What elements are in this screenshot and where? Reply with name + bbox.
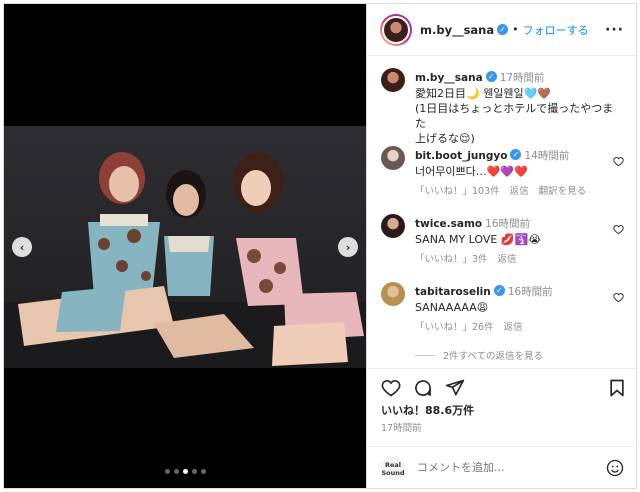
comment-username[interactable]: tabitaroselin	[415, 286, 491, 298]
avatar[interactable]	[381, 146, 405, 170]
real-sound-logo: Real Sound	[381, 455, 405, 480]
carousel-dot	[191, 469, 197, 474]
post-side-pane: m.by__sana ✓ • フォローする ··· m.by__sana ✓ 17時…	[366, 4, 636, 488]
comment-text: SANAAAAA😩	[415, 301, 489, 314]
comment-username[interactable]: bit.boot_jungyo	[415, 150, 507, 162]
share-send-icon[interactable]	[445, 378, 465, 398]
caption-time: 17時間前	[499, 72, 545, 84]
carousel-prev-button[interactable]: ‹	[12, 237, 32, 257]
separator-dot: •	[512, 23, 519, 36]
avatar[interactable]	[381, 282, 405, 306]
photo-illustration	[4, 126, 366, 368]
author-username[interactable]: m.by__sana	[420, 23, 494, 37]
verified-badge-icon: ✓	[510, 149, 522, 160]
comment-text: SANA MY LOVE 💋🛐😭	[415, 233, 542, 246]
media-pane: ‹ ›	[4, 4, 366, 488]
comment-time: 16時間前	[507, 286, 553, 298]
view-replies-button[interactable]: 2件すべての返信を見る	[415, 348, 543, 362]
comment-item: bit.boot_jungyo ✓ 14時間前 너어무이쁘다…❤️💜❤️ 「いいね！…	[381, 144, 626, 198]
chevron-right-icon: ›	[345, 240, 351, 254]
add-comment-bar: Real Sound	[367, 446, 636, 488]
avatar[interactable]	[381, 68, 405, 92]
more-options-icon[interactable]: ···	[605, 22, 624, 38]
carousel-dot	[182, 469, 188, 474]
like-comment-heart-icon[interactable]	[613, 156, 624, 167]
post-likes-count[interactable]: いいね！88.6万件	[381, 402, 474, 418]
carousel-dot	[173, 469, 179, 474]
emoji-icon[interactable]	[606, 459, 624, 477]
post-header: m.by__sana ✓ • フォローする ···	[367, 4, 636, 56]
caption-line: 愛知2日目🌙 웬일웬일🩵🤎	[415, 87, 552, 100]
comment-bubble-icon[interactable]	[413, 378, 433, 398]
avatar[interactable]	[381, 214, 405, 238]
verified-badge-icon: ✓	[497, 24, 509, 35]
like-heart-icon[interactable]	[381, 378, 401, 398]
carousel-indicator	[4, 469, 366, 474]
verified-badge-icon: ✓	[493, 285, 505, 296]
verified-badge-icon: ✓	[485, 71, 497, 82]
comment-text: 너어무이쁘다…❤️💜❤️	[415, 165, 528, 178]
like-comment-heart-icon[interactable]	[613, 224, 624, 235]
reply-button[interactable]: 返信	[498, 251, 517, 265]
reply-button[interactable]: 返信	[504, 319, 523, 333]
caption: m.by__sana ✓ 17時間前 愛知2日目🌙 웬일웬일🩵🤎 (1日目はちょっと…	[381, 66, 626, 145]
post-timestamp: 17時間前	[381, 423, 422, 434]
chevron-left-icon: ‹	[19, 240, 25, 254]
bookmark-save-icon[interactable]	[607, 378, 627, 398]
follow-button[interactable]: フォローする	[523, 22, 589, 38]
reply-button[interactable]: 返信	[510, 183, 529, 197]
caption-username[interactable]: m.by__sana	[415, 72, 483, 84]
comment-time: 14時間前	[524, 150, 570, 162]
comment-likes-count[interactable]: 「いいね！」103件	[415, 183, 500, 197]
action-bar: いいね！88.6万件 17時間前	[367, 368, 636, 446]
post-dialog: ‹ › m.by__sana ✓ • フォローする ··· m.by__sana…	[3, 3, 637, 489]
carousel-dot	[200, 469, 206, 474]
divider	[415, 354, 435, 356]
comment-likes-count[interactable]: 「いいね！」26件	[415, 319, 494, 333]
post-photo[interactable]	[4, 126, 366, 368]
author-avatar[interactable]	[380, 13, 412, 46]
like-comment-heart-icon[interactable]	[613, 292, 624, 303]
comment-username[interactable]: twice.samo	[415, 218, 482, 230]
carousel-dot	[164, 469, 170, 474]
caption-line: (1日目はちょっとホテルで撮ったやつまた	[415, 102, 614, 130]
carousel-next-button[interactable]: ›	[338, 237, 358, 257]
add-comment-input[interactable]	[417, 461, 587, 474]
comment-item: twice.samo 16時間前 SANA MY LOVE 💋🛐😭 「いいね！」3…	[381, 212, 626, 266]
comment-likes-count[interactable]: 「いいね！」3件	[415, 251, 488, 265]
comment-item: tabitaroselin ✓ 16時間前 SANAAAAA😩 「いいね！」26件 …	[381, 280, 626, 334]
view-replies-label: 2件すべての返信を見る	[443, 351, 543, 362]
comment-time: 16時間前	[485, 218, 531, 230]
translate-button[interactable]: 翻訳を見る	[539, 183, 587, 197]
